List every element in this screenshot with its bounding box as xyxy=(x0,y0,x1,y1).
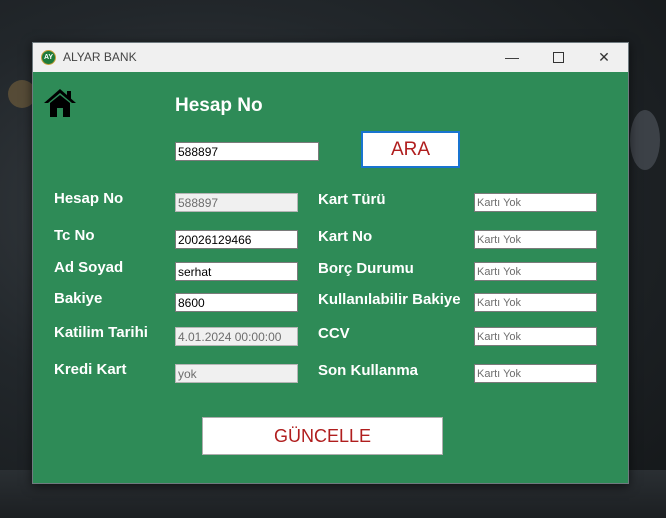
label-ccv: CCV xyxy=(318,325,350,342)
account-number-search-input[interactable] xyxy=(175,142,319,161)
title-bar[interactable]: AY ALYAR BANK — ✕ xyxy=(33,43,628,72)
field-kart-t-r[interactable] xyxy=(474,193,597,212)
minimize-button[interactable]: — xyxy=(489,43,535,72)
field-tc-no[interactable] xyxy=(175,230,298,249)
label-tc-no: Tc No xyxy=(54,227,95,244)
app-window: AY ALYAR BANK — ✕ Hesap No ARA Hesap No T… xyxy=(32,42,629,484)
label-ad-soyad: Ad Soyad xyxy=(54,259,124,276)
label-kart-t-r: Kart Türü xyxy=(318,191,386,208)
label-kart-no: Kart No xyxy=(318,228,373,245)
background-shape xyxy=(630,110,660,170)
label-hesap-no: Hesap No xyxy=(54,190,124,207)
field-kredi-kart[interactable] xyxy=(175,364,298,383)
label-katilim-tarihi: Katilim Tarihi xyxy=(54,324,148,341)
label-bakiye: Bakiye xyxy=(54,290,103,307)
update-button[interactable]: GÜNCELLE xyxy=(202,417,443,455)
label-kredi-kart: Kredi Kart xyxy=(54,361,127,378)
field-kart-no[interactable] xyxy=(474,230,597,249)
search-button[interactable]: ARA xyxy=(361,131,460,168)
field-ccv[interactable] xyxy=(474,327,597,346)
field-katilim-tarihi[interactable] xyxy=(175,327,298,346)
field-hesap-no[interactable] xyxy=(175,193,298,212)
search-heading: Hesap No xyxy=(175,95,263,116)
label-son-kullanma: Son Kullanma xyxy=(318,362,419,379)
label-bor-durumu: Borç Durumu xyxy=(318,260,414,277)
field-ad-soyad[interactable] xyxy=(175,262,298,281)
field-son-kullanma[interactable] xyxy=(474,364,597,383)
close-button[interactable]: ✕ xyxy=(581,43,627,72)
field-bor-durumu[interactable] xyxy=(474,262,597,281)
field-kullan-labilir-bakiye[interactable] xyxy=(474,293,597,312)
label-kullan-labilir-bakiye: Kullanılabilir Bakiye xyxy=(318,291,461,308)
bank-logo-icon: AY xyxy=(41,50,56,65)
home-icon[interactable] xyxy=(43,87,77,119)
window-title: ALYAR BANK xyxy=(63,50,137,64)
maximize-icon xyxy=(552,51,564,63)
field-bakiye[interactable] xyxy=(175,293,298,312)
maximize-button[interactable] xyxy=(535,43,581,72)
